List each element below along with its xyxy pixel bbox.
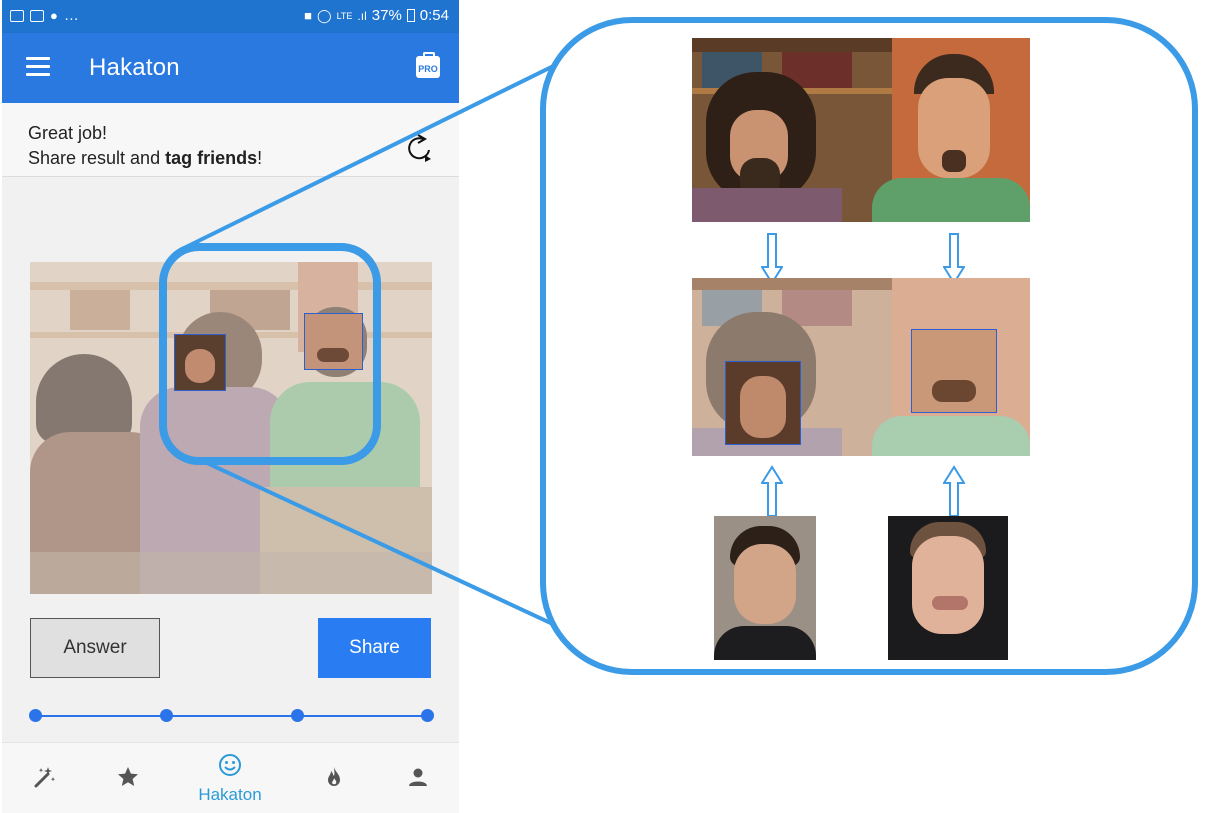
- zoom-highlight: [159, 243, 381, 465]
- menu-icon[interactable]: [26, 57, 50, 77]
- message-subtitle-bold: tag friends: [165, 148, 258, 168]
- more-notifications-icon: …: [63, 7, 79, 24]
- nav-hakaton[interactable]: Hakaton: [198, 743, 262, 813]
- original-photo: [692, 38, 1030, 222]
- fire-icon: [328, 767, 340, 786]
- message-area: Great job! Share result and tag friends!: [2, 103, 459, 177]
- swapped-face-2: [911, 329, 997, 413]
- alarm-icon: ◯: [317, 7, 332, 23]
- person-icon: [409, 768, 427, 786]
- network-type: LTE: [336, 10, 353, 21]
- progress-step: [421, 709, 434, 722]
- message-subtitle-text: Share result and: [28, 148, 166, 168]
- pro-briefcase-icon[interactable]: PRO: [416, 52, 440, 78]
- progress-stepper: [29, 709, 434, 722]
- person-add-icon: ●: [50, 8, 58, 23]
- app-title: Hakaton: [89, 54, 180, 81]
- mail-icon: [30, 9, 44, 22]
- source-face-1: [714, 516, 816, 660]
- refresh-icon[interactable]: [404, 133, 434, 163]
- phone-screen: ● … ■ ◯ LTE .ıl 37% 0:54 Hakaton PRO Gre…: [2, 0, 459, 813]
- swapped-face-1: [725, 361, 801, 445]
- nav-hakaton-label: Hakaton: [198, 785, 262, 804]
- app-bar: Hakaton PRO: [2, 33, 459, 103]
- source-face-2: [888, 516, 1008, 660]
- message-title: Great job!: [28, 123, 108, 143]
- battery-icon: [406, 9, 415, 22]
- share-button[interactable]: Share: [318, 618, 431, 678]
- magic-wand-icon: [34, 767, 56, 788]
- pro-label: PRO: [418, 64, 438, 74]
- progress-step: [291, 709, 304, 722]
- progress-step: [29, 709, 42, 722]
- progress-step: [160, 709, 173, 722]
- nav-magic[interactable]: [14, 743, 74, 813]
- arrow-up-icon: [761, 465, 783, 517]
- arrow-up-icon: [943, 465, 965, 517]
- clock: 0:54: [419, 7, 449, 24]
- answer-button[interactable]: Answer: [30, 618, 160, 678]
- zoom-panel: [540, 17, 1198, 675]
- smiley-icon: [219, 754, 241, 776]
- star-icon: [118, 767, 138, 786]
- message-subtitle-end: !: [257, 148, 263, 168]
- message-subtitle: Share result and tag friends!: [28, 148, 262, 169]
- signal-icon: .ıl: [357, 8, 367, 23]
- swapped-photo: [692, 278, 1030, 456]
- progress-line: [33, 715, 427, 717]
- nav-favorites[interactable]: [98, 743, 158, 813]
- gallery-icon: [10, 9, 24, 22]
- status-bar: ● … ■ ◯ LTE .ıl 37% 0:54: [2, 0, 459, 33]
- mute-icon: ■: [304, 8, 313, 23]
- nav-trending[interactable]: [304, 743, 364, 813]
- battery-percent: 37%: [371, 7, 402, 24]
- bottom-navigation: Hakaton: [2, 742, 459, 813]
- nav-profile[interactable]: [388, 743, 448, 813]
